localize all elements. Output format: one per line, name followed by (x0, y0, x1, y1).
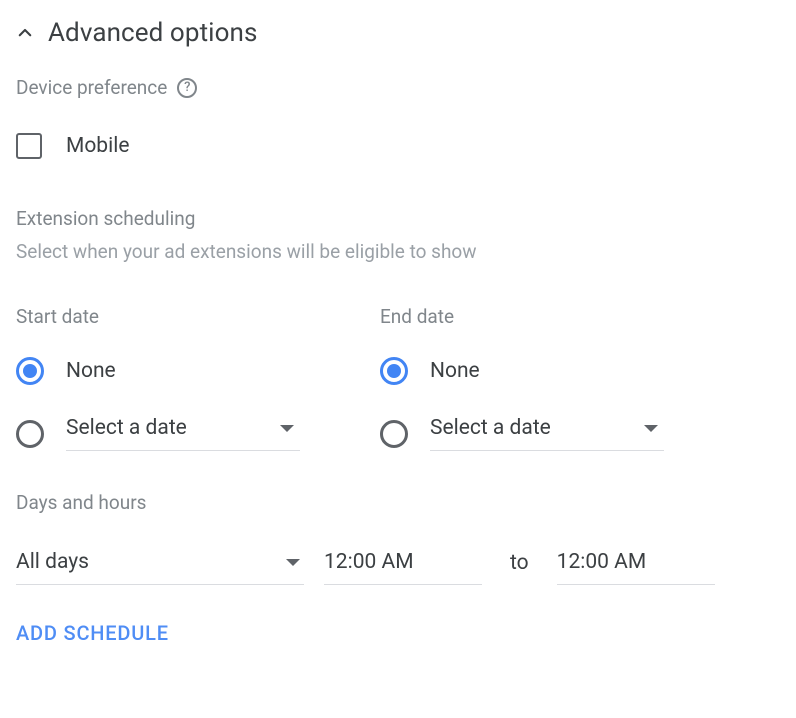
dropdown-icon (280, 425, 294, 432)
mobile-checkbox-row[interactable]: Mobile (16, 133, 780, 159)
end-date-select-row[interactable]: Select a date (380, 416, 664, 451)
mobile-checkbox-label: Mobile (66, 134, 129, 158)
mobile-checkbox[interactable] (16, 133, 42, 159)
end-date-none-row[interactable]: None (380, 354, 664, 388)
dropdown-icon (644, 425, 658, 432)
start-date-label: Start date (16, 305, 300, 328)
advanced-options-header[interactable]: Advanced options (16, 18, 780, 48)
start-date-select-label: Select a date (66, 416, 187, 440)
extension-scheduling-description: Select when your ad extensions will be e… (16, 240, 780, 263)
start-date-select-radio[interactable] (16, 420, 44, 448)
device-preference-label: Device preference (16, 76, 167, 99)
dropdown-icon (286, 559, 300, 566)
end-date-none-label: None (430, 359, 480, 383)
date-columns: Start date None Select a date End date N… (16, 305, 780, 451)
days-select-value: All days (16, 550, 89, 574)
end-time-value: 12:00 AM (557, 550, 647, 574)
end-date-select-radio[interactable] (380, 420, 408, 448)
start-time-input[interactable]: 12:00 AM (324, 550, 482, 585)
chevron-up-icon (16, 24, 34, 42)
section-title: Advanced options (48, 18, 258, 48)
end-time-input[interactable]: 12:00 AM (557, 550, 715, 585)
days-select[interactable]: All days (16, 550, 304, 585)
start-date-none-radio[interactable] (16, 357, 44, 385)
add-schedule-button[interactable]: ADD SCHEDULE (16, 621, 780, 645)
days-hours-label: Days and hours (16, 491, 780, 514)
start-date-column: Start date None Select a date (16, 305, 300, 451)
schedule-row: All days 12:00 AM to 12:00 AM (16, 550, 780, 585)
end-date-select-label: Select a date (430, 416, 551, 440)
start-date-select-dropdown[interactable]: Select a date (66, 416, 300, 451)
help-icon[interactable]: ? (177, 78, 197, 98)
end-date-column: End date None Select a date (380, 305, 664, 451)
start-date-none-row[interactable]: None (16, 354, 300, 388)
end-date-none-radio[interactable] (380, 357, 408, 385)
start-time-value: 12:00 AM (324, 550, 414, 574)
extension-scheduling-title: Extension scheduling (16, 207, 780, 230)
end-date-select-dropdown[interactable]: Select a date (430, 416, 664, 451)
start-date-none-label: None (66, 359, 116, 383)
to-label: to (502, 551, 537, 585)
end-date-label: End date (380, 305, 664, 328)
device-preference-label-row: Device preference ? (16, 76, 780, 99)
start-date-select-row[interactable]: Select a date (16, 416, 300, 451)
